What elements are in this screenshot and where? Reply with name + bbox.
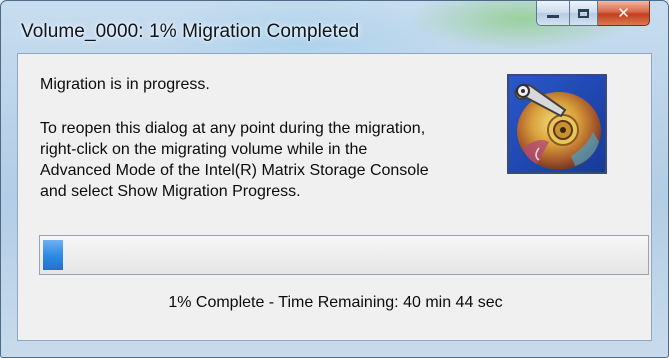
hard-disk-graphic: [509, 76, 605, 172]
dialog-body: Migration is in progress. To reopen this…: [17, 53, 652, 341]
hard-disk-icon: [507, 74, 607, 174]
minimize-button[interactable]: [536, 1, 570, 26]
window-title: Volume_0000: 1% Migration Completed: [21, 21, 360, 42]
maximize-button[interactable]: [570, 1, 598, 26]
status-message: Migration is in progress.: [40, 76, 210, 93]
title-bar[interactable]: Volume_0000: 1% Migration Completed ✕: [1, 1, 668, 53]
migration-progress-bar: [39, 235, 649, 275]
instruction-text: To reopen this dialog at any point durin…: [40, 120, 429, 200]
migration-progress-window: Volume_0000: 1% Migration Completed ✕ Mi…: [0, 0, 669, 358]
close-button[interactable]: ✕: [598, 1, 650, 26]
progress-bar-fill: [43, 240, 63, 270]
progress-status-text: 1% Complete - Time Remaining: 40 min 44 …: [168, 294, 503, 311]
window-controls: ✕: [536, 1, 650, 27]
maximize-icon: [578, 8, 589, 18]
close-icon: ✕: [617, 5, 630, 22]
minimize-icon: [547, 15, 559, 18]
